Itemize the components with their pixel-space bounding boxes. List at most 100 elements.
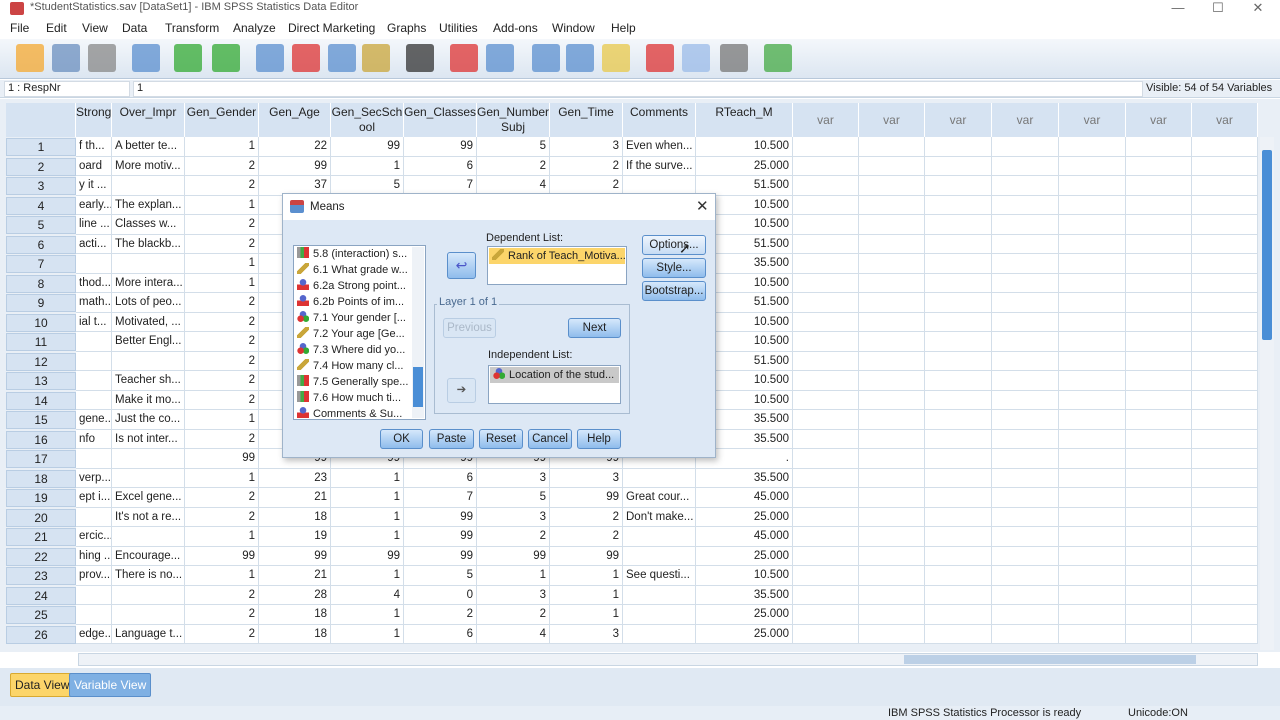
data-cell[interactable] (112, 449, 185, 469)
independent-item[interactable]: Location of the stud... (490, 367, 619, 383)
tab-data-view[interactable]: Data View (10, 673, 75, 697)
data-cell[interactable]: nfo (76, 429, 112, 449)
data-cell[interactable]: 2 (185, 312, 259, 332)
data-cell[interactable] (793, 624, 859, 644)
column-header[interactable]: var (859, 103, 925, 137)
column-header[interactable]: var (992, 103, 1059, 137)
data-cell[interactable] (859, 429, 925, 449)
data-cell[interactable] (1192, 468, 1258, 488)
data-cell[interactable] (112, 527, 185, 547)
data-cell[interactable]: 2 (185, 488, 259, 508)
data-cell[interactable]: 2 (185, 332, 259, 352)
data-cell[interactable] (992, 176, 1059, 196)
data-cell[interactable] (1192, 156, 1258, 176)
data-cell[interactable] (859, 176, 925, 196)
data-cell[interactable] (1059, 254, 1126, 274)
data-cell[interactable]: 2 (185, 507, 259, 527)
data-cell[interactable] (112, 254, 185, 274)
data-cell[interactable]: 1 (185, 195, 259, 215)
data-cell[interactable]: 2 (185, 351, 259, 371)
find-icon[interactable] (406, 44, 434, 72)
data-cell[interactable] (1126, 371, 1192, 391)
data-cell[interactable] (992, 410, 1059, 430)
data-cell[interactable]: 4 (331, 585, 404, 605)
data-cell[interactable]: Classes w... (112, 215, 185, 235)
data-cell[interactable] (1192, 410, 1258, 430)
data-cell[interactable] (76, 332, 112, 352)
recall-dialog-icon[interactable] (132, 44, 160, 72)
value-labels-toggle-icon[interactable] (646, 44, 674, 72)
open-icon[interactable] (16, 44, 44, 72)
column-header[interactable]: var (1192, 103, 1258, 137)
data-cell[interactable] (1126, 254, 1192, 274)
row-number[interactable]: 11 (6, 333, 76, 351)
row-number[interactable]: 9 (6, 294, 76, 312)
data-cell[interactable]: 25.000 (696, 605, 793, 625)
column-header[interactable]: Gen_Number Subj (477, 103, 550, 137)
data-cell[interactable] (992, 371, 1059, 391)
data-cell[interactable]: If the surve... (623, 156, 696, 176)
data-cell[interactable] (793, 566, 859, 586)
data-cell[interactable]: 35.500 (696, 585, 793, 605)
data-cell[interactable]: 2 (185, 156, 259, 176)
value-labels-icon[interactable] (362, 44, 390, 72)
data-cell[interactable] (859, 273, 925, 293)
data-cell[interactable] (1059, 449, 1126, 469)
dependent-list[interactable]: Rank of Teach_Motiva... (487, 246, 627, 285)
data-cell[interactable] (1126, 468, 1192, 488)
variable-item[interactable]: 7.5 Generally spe... (294, 374, 413, 390)
menu-utilities[interactable]: Utilities (439, 21, 478, 35)
data-cell[interactable] (1126, 293, 1192, 313)
data-cell[interactable] (859, 156, 925, 176)
row-number[interactable]: 13 (6, 372, 76, 390)
data-cell[interactable]: 1 (331, 566, 404, 586)
data-cell[interactable]: 2 (404, 605, 477, 625)
data-cell[interactable] (1126, 605, 1192, 625)
cell-value-input[interactable]: 1 (133, 81, 1143, 97)
data-cell[interactable] (992, 234, 1059, 254)
variable-item[interactable]: 5.8 (interaction) s... (294, 246, 413, 262)
data-cell[interactable] (859, 605, 925, 625)
data-cell[interactable]: ial t... (76, 312, 112, 332)
data-cell[interactable] (1059, 273, 1126, 293)
move-to-independent-button[interactable]: ➔ (447, 378, 476, 403)
data-cell[interactable]: 2 (550, 156, 623, 176)
data-cell[interactable]: early... (76, 195, 112, 215)
data-cell[interactable]: 45.000 (696, 527, 793, 547)
data-cell[interactable] (859, 332, 925, 352)
data-cell[interactable] (1192, 312, 1258, 332)
reset-button[interactable]: Reset (479, 429, 523, 449)
data-cell[interactable] (1059, 371, 1126, 391)
data-cell[interactable] (859, 410, 925, 430)
data-cell[interactable] (1192, 254, 1258, 274)
menu-file[interactable]: File (10, 21, 29, 35)
data-cell[interactable] (1059, 527, 1126, 547)
row-number[interactable]: 18 (6, 469, 76, 488)
data-cell[interactable]: 6 (404, 624, 477, 644)
data-cell[interactable]: There is no... (112, 566, 185, 586)
data-cell[interactable] (925, 449, 992, 469)
data-cell[interactable] (1126, 273, 1192, 293)
data-cell[interactable] (1192, 176, 1258, 196)
data-cell[interactable] (859, 585, 925, 605)
data-cell[interactable] (925, 137, 992, 157)
data-cell[interactable] (1126, 390, 1192, 410)
data-cell[interactable]: 5 (477, 137, 550, 157)
data-cell[interactable] (992, 449, 1059, 469)
data-cell[interactable] (925, 429, 992, 449)
data-cell[interactable]: line ... (76, 215, 112, 235)
data-cell[interactable]: 2 (185, 624, 259, 644)
row-number[interactable]: 21 (6, 528, 76, 546)
data-cell[interactable] (859, 234, 925, 254)
data-cell[interactable] (992, 254, 1059, 274)
select-cases-icon[interactable] (602, 44, 630, 72)
data-cell[interactable]: hing ... (76, 546, 112, 566)
column-header[interactable]: Gen_Gender (185, 103, 259, 137)
use-sets-icon[interactable] (682, 44, 710, 72)
style-button[interactable]: Style... (642, 258, 706, 278)
data-cell[interactable]: 1 (550, 605, 623, 625)
data-cell[interactable] (992, 605, 1059, 625)
data-cell[interactable] (859, 312, 925, 332)
data-cell[interactable] (859, 546, 925, 566)
data-cell[interactable] (793, 449, 859, 469)
